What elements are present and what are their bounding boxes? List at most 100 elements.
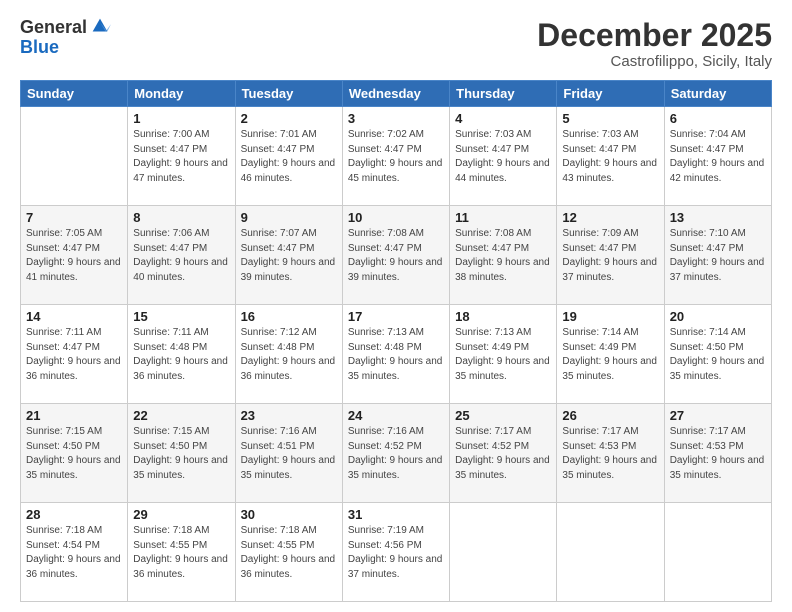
- table-row: 15 Sunrise: 7:11 AMSunset: 4:48 PMDaylig…: [128, 305, 235, 404]
- calendar-week-row: 7 Sunrise: 7:05 AMSunset: 4:47 PMDayligh…: [21, 206, 772, 305]
- day-info: Sunrise: 7:03 AMSunset: 4:47 PMDaylight:…: [562, 128, 658, 186]
- logo-blue: Blue: [20, 38, 111, 58]
- table-row: 5 Sunrise: 7:03 AMSunset: 4:47 PMDayligh…: [557, 107, 664, 206]
- day-info: Sunrise: 7:15 AMSunset: 4:50 PMDaylight:…: [26, 425, 122, 483]
- day-number: 2: [241, 111, 337, 126]
- day-number: 6: [670, 111, 766, 126]
- table-row: 13 Sunrise: 7:10 AMSunset: 4:47 PMDaylig…: [664, 206, 771, 305]
- day-number: 7: [26, 210, 122, 225]
- calendar-header-row: Sunday Monday Tuesday Wednesday Thursday…: [21, 81, 772, 107]
- table-row: [21, 107, 128, 206]
- day-number: 1: [133, 111, 229, 126]
- table-row: [450, 503, 557, 602]
- table-row: 17 Sunrise: 7:13 AMSunset: 4:48 PMDaylig…: [342, 305, 449, 404]
- day-info: Sunrise: 7:08 AMSunset: 4:47 PMDaylight:…: [348, 227, 444, 285]
- day-info: Sunrise: 7:14 AMSunset: 4:49 PMDaylight:…: [562, 326, 658, 384]
- day-number: 21: [26, 408, 122, 423]
- day-info: Sunrise: 7:13 AMSunset: 4:48 PMDaylight:…: [348, 326, 444, 384]
- day-info: Sunrise: 7:06 AMSunset: 4:47 PMDaylight:…: [133, 227, 229, 285]
- day-number: 16: [241, 309, 337, 324]
- table-row: 4 Sunrise: 7:03 AMSunset: 4:47 PMDayligh…: [450, 107, 557, 206]
- table-row: 7 Sunrise: 7:05 AMSunset: 4:47 PMDayligh…: [21, 206, 128, 305]
- day-number: 12: [562, 210, 658, 225]
- day-number: 28: [26, 507, 122, 522]
- day-info: Sunrise: 7:12 AMSunset: 4:48 PMDaylight:…: [241, 326, 337, 384]
- day-info: Sunrise: 7:01 AMSunset: 4:47 PMDaylight:…: [241, 128, 337, 186]
- logo: General Blue: [20, 18, 111, 58]
- day-info: Sunrise: 7:14 AMSunset: 4:50 PMDaylight:…: [670, 326, 766, 384]
- calendar-week-row: 21 Sunrise: 7:15 AMSunset: 4:50 PMDaylig…: [21, 404, 772, 503]
- table-row: 11 Sunrise: 7:08 AMSunset: 4:47 PMDaylig…: [450, 206, 557, 305]
- month-title: December 2025: [537, 18, 772, 53]
- day-info: Sunrise: 7:07 AMSunset: 4:47 PMDaylight:…: [241, 227, 337, 285]
- day-info: Sunrise: 7:11 AMSunset: 4:47 PMDaylight:…: [26, 326, 122, 384]
- day-number: 19: [562, 309, 658, 324]
- calendar-week-row: 1 Sunrise: 7:00 AMSunset: 4:47 PMDayligh…: [21, 107, 772, 206]
- day-number: 3: [348, 111, 444, 126]
- table-row: 26 Sunrise: 7:17 AMSunset: 4:53 PMDaylig…: [557, 404, 664, 503]
- col-saturday: Saturday: [664, 81, 771, 107]
- table-row: 21 Sunrise: 7:15 AMSunset: 4:50 PMDaylig…: [21, 404, 128, 503]
- table-row: [557, 503, 664, 602]
- table-row: 2 Sunrise: 7:01 AMSunset: 4:47 PMDayligh…: [235, 107, 342, 206]
- day-number: 22: [133, 408, 229, 423]
- day-info: Sunrise: 7:17 AMSunset: 4:53 PMDaylight:…: [562, 425, 658, 483]
- day-number: 29: [133, 507, 229, 522]
- page: General Blue December 2025 Castrofilippo…: [0, 0, 792, 612]
- col-monday: Monday: [128, 81, 235, 107]
- table-row: 20 Sunrise: 7:14 AMSunset: 4:50 PMDaylig…: [664, 305, 771, 404]
- table-row: 6 Sunrise: 7:04 AMSunset: 4:47 PMDayligh…: [664, 107, 771, 206]
- day-info: Sunrise: 7:10 AMSunset: 4:47 PMDaylight:…: [670, 227, 766, 285]
- day-number: 31: [348, 507, 444, 522]
- day-number: 23: [241, 408, 337, 423]
- table-row: 9 Sunrise: 7:07 AMSunset: 4:47 PMDayligh…: [235, 206, 342, 305]
- day-info: Sunrise: 7:17 AMSunset: 4:52 PMDaylight:…: [455, 425, 551, 483]
- day-number: 20: [670, 309, 766, 324]
- col-sunday: Sunday: [21, 81, 128, 107]
- day-number: 24: [348, 408, 444, 423]
- table-row: 3 Sunrise: 7:02 AMSunset: 4:47 PMDayligh…: [342, 107, 449, 206]
- col-thursday: Thursday: [450, 81, 557, 107]
- col-tuesday: Tuesday: [235, 81, 342, 107]
- table-row: 24 Sunrise: 7:16 AMSunset: 4:52 PMDaylig…: [342, 404, 449, 503]
- day-number: 11: [455, 210, 551, 225]
- day-number: 27: [670, 408, 766, 423]
- day-number: 17: [348, 309, 444, 324]
- table-row: 28 Sunrise: 7:18 AMSunset: 4:54 PMDaylig…: [21, 503, 128, 602]
- table-row: 19 Sunrise: 7:14 AMSunset: 4:49 PMDaylig…: [557, 305, 664, 404]
- day-info: Sunrise: 7:02 AMSunset: 4:47 PMDaylight:…: [348, 128, 444, 186]
- table-row: 25 Sunrise: 7:17 AMSunset: 4:52 PMDaylig…: [450, 404, 557, 503]
- table-row: 31 Sunrise: 7:19 AMSunset: 4:56 PMDaylig…: [342, 503, 449, 602]
- day-info: Sunrise: 7:05 AMSunset: 4:47 PMDaylight:…: [26, 227, 122, 285]
- day-number: 13: [670, 210, 766, 225]
- calendar-week-row: 28 Sunrise: 7:18 AMSunset: 4:54 PMDaylig…: [21, 503, 772, 602]
- table-row: 16 Sunrise: 7:12 AMSunset: 4:48 PMDaylig…: [235, 305, 342, 404]
- day-info: Sunrise: 7:09 AMSunset: 4:47 PMDaylight:…: [562, 227, 658, 285]
- table-row: 1 Sunrise: 7:00 AMSunset: 4:47 PMDayligh…: [128, 107, 235, 206]
- day-number: 15: [133, 309, 229, 324]
- day-info: Sunrise: 7:08 AMSunset: 4:47 PMDaylight:…: [455, 227, 551, 285]
- calendar-week-row: 14 Sunrise: 7:11 AMSunset: 4:47 PMDaylig…: [21, 305, 772, 404]
- day-info: Sunrise: 7:18 AMSunset: 4:55 PMDaylight:…: [133, 524, 229, 582]
- day-number: 8: [133, 210, 229, 225]
- day-number: 14: [26, 309, 122, 324]
- logo-general: General: [20, 18, 87, 38]
- day-info: Sunrise: 7:16 AMSunset: 4:52 PMDaylight:…: [348, 425, 444, 483]
- day-number: 9: [241, 210, 337, 225]
- table-row: 22 Sunrise: 7:15 AMSunset: 4:50 PMDaylig…: [128, 404, 235, 503]
- table-row: 30 Sunrise: 7:18 AMSunset: 4:55 PMDaylig…: [235, 503, 342, 602]
- table-row: 10 Sunrise: 7:08 AMSunset: 4:47 PMDaylig…: [342, 206, 449, 305]
- logo-icon: [89, 15, 111, 37]
- day-info: Sunrise: 7:15 AMSunset: 4:50 PMDaylight:…: [133, 425, 229, 483]
- day-info: Sunrise: 7:00 AMSunset: 4:47 PMDaylight:…: [133, 128, 229, 186]
- calendar-table: Sunday Monday Tuesday Wednesday Thursday…: [20, 80, 772, 602]
- table-row: 29 Sunrise: 7:18 AMSunset: 4:55 PMDaylig…: [128, 503, 235, 602]
- day-number: 5: [562, 111, 658, 126]
- table-row: 18 Sunrise: 7:13 AMSunset: 4:49 PMDaylig…: [450, 305, 557, 404]
- table-row: 12 Sunrise: 7:09 AMSunset: 4:47 PMDaylig…: [557, 206, 664, 305]
- day-number: 26: [562, 408, 658, 423]
- col-wednesday: Wednesday: [342, 81, 449, 107]
- table-row: 8 Sunrise: 7:06 AMSunset: 4:47 PMDayligh…: [128, 206, 235, 305]
- table-row: 23 Sunrise: 7:16 AMSunset: 4:51 PMDaylig…: [235, 404, 342, 503]
- day-number: 4: [455, 111, 551, 126]
